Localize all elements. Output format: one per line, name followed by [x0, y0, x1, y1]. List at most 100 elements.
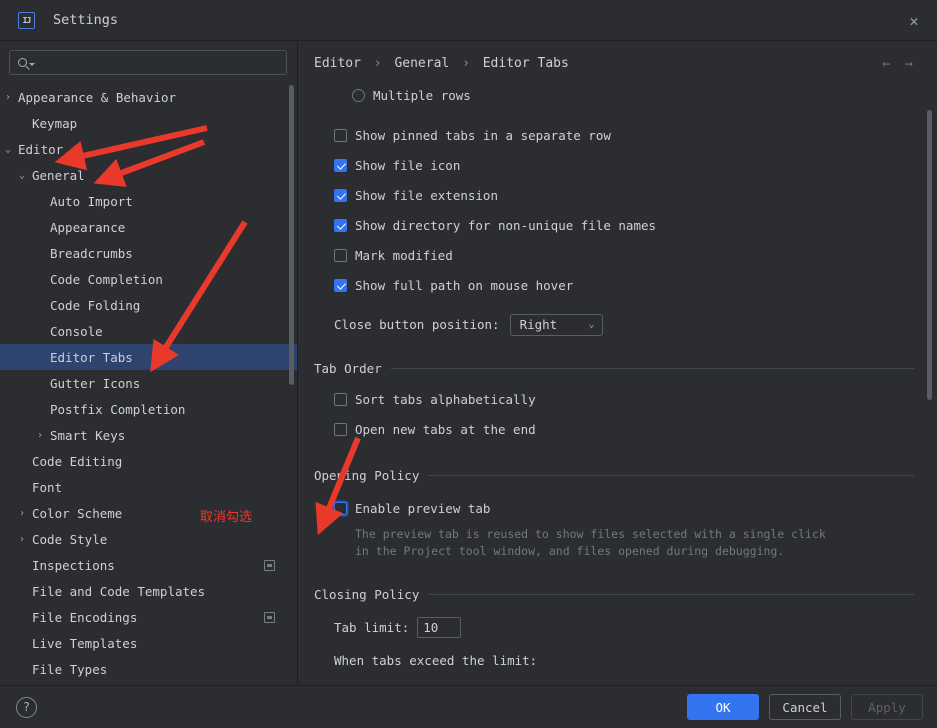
- settings-tree[interactable]: › Appearance & Behavior Keymap ⌄ Editor ⌄ Gene…: [0, 84, 297, 685]
- close-icon[interactable]: ✕: [891, 0, 937, 41]
- sidebar-item-keymap[interactable]: Keymap: [0, 110, 297, 136]
- close-button-position-value: Right: [519, 317, 558, 332]
- sidebar-item-label: Breadcrumbs: [50, 245, 133, 261]
- sidebar-item-appearance-behavior[interactable]: › Appearance & Behavior: [0, 84, 297, 110]
- closing-policy-title: Closing Policy: [314, 586, 420, 602]
- sidebar-item-label: File Encodings: [32, 609, 138, 625]
- sidebar-item-gutter-icons[interactable]: Gutter Icons: [0, 370, 297, 396]
- show-full-path-on-mouse-hover-row[interactable]: Show full path on mouse hover: [334, 275, 937, 296]
- sidebar-item-file-and-code-templates[interactable]: File and Code Templates: [0, 578, 297, 604]
- open-new-tabs-at-the-end-label: Open new tabs at the end: [355, 422, 536, 437]
- show-full-path-on-mouse-hover-checkbox[interactable]: [334, 279, 347, 292]
- show-file-extension-row[interactable]: Show file extension: [334, 185, 937, 206]
- sidebar-item-code-completion[interactable]: Code Completion: [0, 266, 297, 292]
- breadcrumb-separator: ›: [462, 56, 470, 71]
- project-scope-icon: [264, 559, 275, 571]
- chevron-down-icon[interactable]: ⌄: [2, 144, 14, 155]
- sidebar-item-code-editing[interactable]: Code Editing: [0, 448, 297, 474]
- sidebar-item-label: General: [32, 167, 85, 183]
- mark-modified-label: Mark modified: [355, 248, 453, 263]
- help-icon[interactable]: ?: [16, 696, 37, 718]
- sidebar-item-editor-tabs[interactable]: Editor Tabs: [0, 344, 297, 370]
- chevron-down-icon[interactable]: ⌄: [16, 170, 28, 181]
- chevron-right-icon[interactable]: ›: [16, 508, 28, 519]
- show-pinned-tabs-in-a-separate-row-label: Show pinned tabs in a separate row: [355, 128, 611, 143]
- appearance-checkbox-group: Show pinned tabs in a separate row Show f…: [334, 125, 937, 296]
- sidebar-item-label: Code Editing: [32, 453, 123, 469]
- close-button-position-dropdown[interactable]: Right ⌄: [509, 313, 603, 336]
- show-pinned-tabs-in-a-separate-row-checkbox[interactable]: [334, 129, 347, 142]
- sidebar-item-auto-import[interactable]: Auto Import: [0, 188, 297, 214]
- ok-button[interactable]: OK: [687, 694, 759, 720]
- radio-multiple-rows[interactable]: Multiple rows: [352, 85, 937, 106]
- breadcrumb-part-1[interactable]: General: [394, 56, 449, 71]
- tab-order-section-header: Tab Order: [314, 358, 914, 378]
- enable-preview-tab-checkbox[interactable]: [334, 502, 347, 515]
- show-file-icon-row[interactable]: Show file icon: [334, 155, 937, 176]
- open-new-tabs-at-the-end-row[interactable]: Open new tabs at the end: [334, 419, 937, 440]
- sort-tabs-alphabetically-checkbox[interactable]: [334, 393, 347, 406]
- show-pinned-tabs-in-a-separate-row-row[interactable]: Show pinned tabs in a separate row: [334, 125, 937, 146]
- show-file-icon-checkbox[interactable]: [334, 159, 347, 172]
- search-input[interactable]: [35, 55, 286, 70]
- dialog-footer: ? OK Cancel Apply: [0, 685, 937, 728]
- sidebar-item-color-scheme[interactable]: › Color Scheme: [0, 500, 297, 526]
- sidebar-item-label: File Types: [32, 661, 108, 677]
- sidebar-item-general[interactable]: ⌄ General: [0, 162, 297, 188]
- show-full-path-on-mouse-hover-label: Show full path on mouse hover: [355, 278, 574, 293]
- open-new-tabs-at-the-end-checkbox[interactable]: [334, 423, 347, 436]
- tab-limit-row: Tab limit:: [334, 617, 937, 638]
- sidebar-item-label: Appearance: [50, 219, 126, 235]
- sidebar-item-file-types[interactable]: File Types: [0, 656, 297, 682]
- sidebar-item-label: Code Folding: [50, 297, 141, 313]
- radio-multiple-rows-label: Multiple rows: [373, 88, 471, 103]
- sidebar-item-label: Editor Tabs: [50, 349, 133, 365]
- mark-modified-checkbox[interactable]: [334, 249, 347, 262]
- sidebar-scrollbar[interactable]: [289, 85, 294, 385]
- sidebar-item-label: Gutter Icons: [50, 375, 141, 391]
- sidebar-item-appearance[interactable]: Appearance: [0, 214, 297, 240]
- chevron-right-icon[interactable]: ›: [16, 534, 28, 545]
- tab-limit-input[interactable]: [417, 617, 462, 638]
- sidebar-item-font[interactable]: Font: [0, 474, 297, 500]
- settings-dialog: IJ Settings ✕ › Appearance & Behavior Keym…: [0, 0, 937, 728]
- breadcrumb: Editor › General › Editor Tabs: [314, 56, 569, 71]
- opening-policy-section-header: Opening Policy: [314, 465, 914, 485]
- sidebar-item-editor[interactable]: ⌄ Editor: [0, 136, 297, 162]
- sidebar-item-live-templates[interactable]: Live Templates: [0, 630, 297, 656]
- show-file-extension-checkbox[interactable]: [334, 189, 347, 202]
- sort-tabs-alphabetically-row[interactable]: Sort tabs alphabetically: [334, 389, 937, 410]
- closing-policy-section-header: Closing Policy: [314, 584, 914, 604]
- mark-modified-row[interactable]: Mark modified: [334, 245, 937, 266]
- sidebar-item-smart-keys[interactable]: › Smart Keys: [0, 422, 297, 448]
- back-arrow-icon[interactable]: ←: [882, 56, 890, 72]
- sidebar-item-code-folding[interactable]: Code Folding: [0, 292, 297, 318]
- section-divider: [390, 367, 914, 369]
- chevron-right-icon[interactable]: ›: [34, 430, 46, 441]
- sidebar-item-label: Postfix Completion: [50, 401, 186, 417]
- sidebar-item-label: Keymap: [32, 115, 78, 131]
- sidebar-item-postfix-completion[interactable]: Postfix Completion: [0, 396, 297, 422]
- main-panel-scrollbar[interactable]: [927, 110, 932, 400]
- enable-preview-tab-row[interactable]: Enable preview tab: [334, 498, 937, 519]
- section-divider: [428, 593, 914, 595]
- show-directory-for-non-unique-file-names-row[interactable]: Show directory for non-unique file names: [334, 215, 937, 236]
- sidebar-item-inspections[interactable]: Inspections: [0, 552, 297, 578]
- search-box[interactable]: [9, 50, 287, 75]
- sidebar-item-console[interactable]: Console: [0, 318, 297, 344]
- show-file-extension-label: Show file extension: [355, 188, 498, 203]
- sidebar-item-label: Live Templates: [32, 635, 138, 651]
- forward-arrow-icon[interactable]: →: [905, 56, 913, 72]
- cancel-button[interactable]: Cancel: [769, 694, 841, 720]
- sidebar-item-file-encodings[interactable]: File Encodings: [0, 604, 297, 630]
- tab-limit-label: Tab limit:: [334, 620, 410, 635]
- breadcrumb-part-0[interactable]: Editor: [314, 56, 361, 71]
- chevron-right-icon[interactable]: ›: [2, 92, 14, 103]
- radio-icon: [352, 89, 365, 102]
- chevron-down-icon: ⌄: [588, 319, 595, 330]
- sidebar-item-breadcrumbs[interactable]: Breadcrumbs: [0, 240, 297, 266]
- enable-preview-tab-description: The preview tab is reused to show files …: [355, 526, 937, 560]
- sidebar-item-code-style[interactable]: › Code Style: [0, 526, 297, 552]
- footer-buttons: OK Cancel Apply: [687, 694, 923, 720]
- show-directory-for-non-unique-file-names-checkbox[interactable]: [334, 219, 347, 232]
